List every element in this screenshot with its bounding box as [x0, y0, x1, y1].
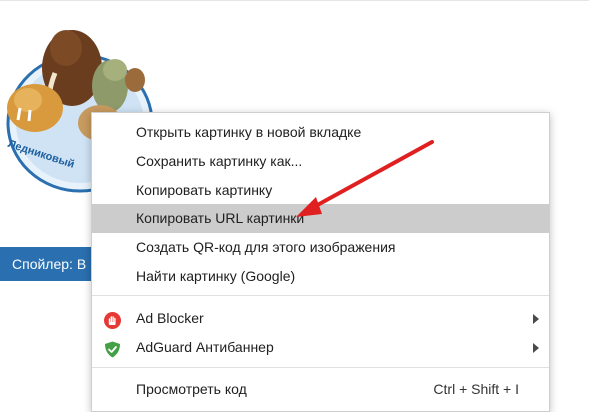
- menu-separator: [92, 295, 549, 296]
- menu-item-label: Создать QR-код для этого изображения: [136, 239, 396, 255]
- menu-item-create-qr-code[interactable]: Создать QR-код для этого изображения: [92, 233, 549, 262]
- adguard-shield-icon: [104, 339, 121, 358]
- menu-item-label: Открыть картинку в новой вкладке: [136, 124, 362, 140]
- submenu-arrow-icon: [533, 343, 539, 353]
- menu-item-label: Ad Blocker: [136, 310, 204, 326]
- ad-blocker-hand-icon: [104, 310, 121, 329]
- menu-item-ad-blocker[interactable]: Ad Blocker: [92, 304, 549, 333]
- inspect-shortcut: Ctrl + Shift + I: [433, 381, 519, 397]
- menu-item-adguard[interactable]: AdGuard Антибаннер: [92, 333, 549, 362]
- menu-separator: [92, 367, 549, 368]
- menu-item-label: Найти картинку (Google): [136, 268, 296, 284]
- menu-item-label: Копировать URL картинки: [136, 210, 305, 226]
- menu-item-copy-image-url[interactable]: Копировать URL картинки: [92, 204, 549, 233]
- menu-item-label: AdGuard Антибаннер: [136, 339, 274, 355]
- menu-item-open-image-new-tab[interactable]: Открыть картинку в новой вкладке: [92, 118, 549, 147]
- menu-item-copy-image[interactable]: Копировать картинку: [92, 176, 549, 205]
- submenu-arrow-icon: [533, 314, 539, 324]
- menu-item-save-image-as[interactable]: Сохранить картинку как...: [92, 147, 549, 176]
- menu-item-label: Сохранить картинку как...: [136, 153, 303, 169]
- image-context-menu: Открыть картинку в новой вкладке Сохрани…: [91, 112, 550, 412]
- page-top-divider: [0, 0, 589, 1]
- menu-item-label: Копировать картинку: [136, 182, 273, 198]
- menu-item-search-image-google[interactable]: Найти картинку (Google): [92, 262, 549, 291]
- menu-item-label: Просмотреть код: [136, 381, 247, 397]
- menu-item-inspect[interactable]: Просмотреть код Ctrl + Shift + I: [92, 375, 549, 404]
